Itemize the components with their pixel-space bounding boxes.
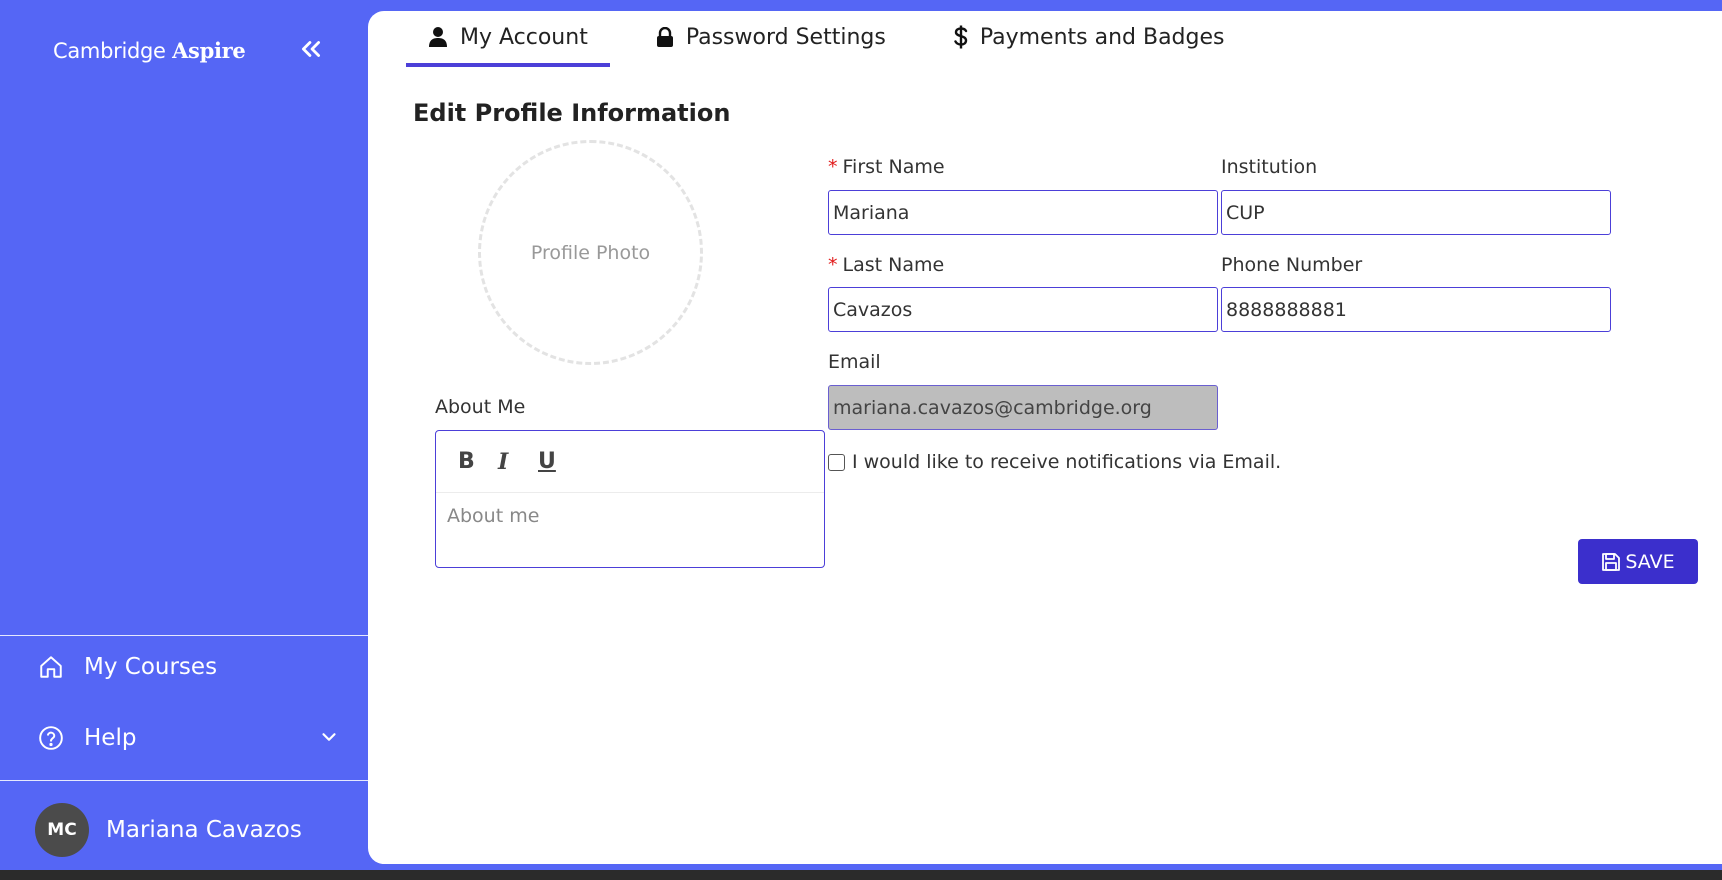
sidebar-divider <box>0 780 368 781</box>
save-button-label: SAVE <box>1625 550 1675 573</box>
first-name-label: * First Name <box>828 156 945 178</box>
profile-photo-placeholder: Profile Photo <box>530 241 651 264</box>
brand-suffix: Aspire <box>172 38 246 63</box>
required-marker: * <box>828 254 838 276</box>
floppy-disk-icon <box>1602 552 1621 571</box>
first-name-label-text: First Name <box>842 156 945 178</box>
required-marker: * <box>828 156 838 178</box>
save-button[interactable]: SAVE <box>1578 539 1698 584</box>
help-circle-icon <box>38 725 64 751</box>
tab-label: Payments and Badges <box>979 24 1225 50</box>
brand-logo[interactable]: Cambridge Aspire <box>53 38 246 63</box>
first-name-field[interactable] <box>828 190 1218 235</box>
email-notification-label: I would like to receive notifications vi… <box>852 451 1282 473</box>
window-bottom-edge <box>0 870 1722 880</box>
dollar-icon <box>954 25 968 49</box>
user-name: Mariana Cavazos <box>106 817 302 843</box>
last-name-field[interactable] <box>828 287 1218 332</box>
email-notification-checkbox[interactable] <box>828 453 845 471</box>
institution-label: Institution <box>1221 156 1318 178</box>
about-me-label: About Me <box>435 396 526 418</box>
tab-my-account[interactable]: My Account <box>406 11 610 67</box>
last-name-label-text: Last Name <box>842 254 945 276</box>
editor-toolbar: B I U <box>436 431 824 493</box>
sidebar-item-help[interactable]: Help <box>0 710 368 766</box>
brand-prefix: Cambridge <box>53 39 166 63</box>
phone-number-label: Phone Number <box>1221 254 1363 276</box>
tab-label: Password Settings <box>685 24 886 50</box>
tab-label: My Account <box>460 24 588 50</box>
user-icon <box>429 27 447 47</box>
sidebar-item-label: My Courses <box>84 654 218 680</box>
last-name-label: * Last Name <box>828 254 944 276</box>
sidebar: Cambridge Aspire My Courses Help MC Mari… <box>0 0 368 870</box>
tab-password-settings[interactable]: Password Settings <box>634 11 908 63</box>
profile-photo-upload[interactable]: Profile Photo <box>478 140 703 365</box>
account-tabs: My Account Password Settings Payments an… <box>406 11 1270 67</box>
email-field <box>828 385 1218 430</box>
user-profile[interactable]: MC Mariana Cavazos <box>35 803 302 857</box>
chevron-down-icon[interactable] <box>318 726 340 748</box>
email-notification-option[interactable]: I would like to receive notifications vi… <box>828 451 1281 473</box>
collapse-sidebar-button[interactable] <box>298 36 324 62</box>
underline-button[interactable]: U <box>538 447 578 477</box>
email-label: Email <box>828 351 881 373</box>
home-icon <box>38 654 64 680</box>
page-title: Edit Profile Information <box>413 99 731 127</box>
double-chevron-left-icon <box>302 41 320 57</box>
sidebar-item-my-courses[interactable]: My Courses <box>0 639 368 695</box>
sidebar-divider <box>0 635 368 636</box>
bold-button[interactable]: B <box>458 447 498 477</box>
phone-number-field[interactable] <box>1221 287 1611 332</box>
main-panel: My Account Password Settings Payments an… <box>368 11 1722 864</box>
italic-button[interactable]: I <box>498 447 538 477</box>
avatar[interactable]: MC <box>35 803 89 857</box>
about-me-textarea[interactable]: About me <box>436 493 824 539</box>
about-me-editor: B I U About me <box>435 430 825 568</box>
lock-icon <box>656 26 673 47</box>
sidebar-item-label: Help <box>84 725 137 751</box>
institution-field[interactable] <box>1221 190 1611 235</box>
tab-payments-and-badges[interactable]: Payments and Badges <box>932 11 1247 63</box>
